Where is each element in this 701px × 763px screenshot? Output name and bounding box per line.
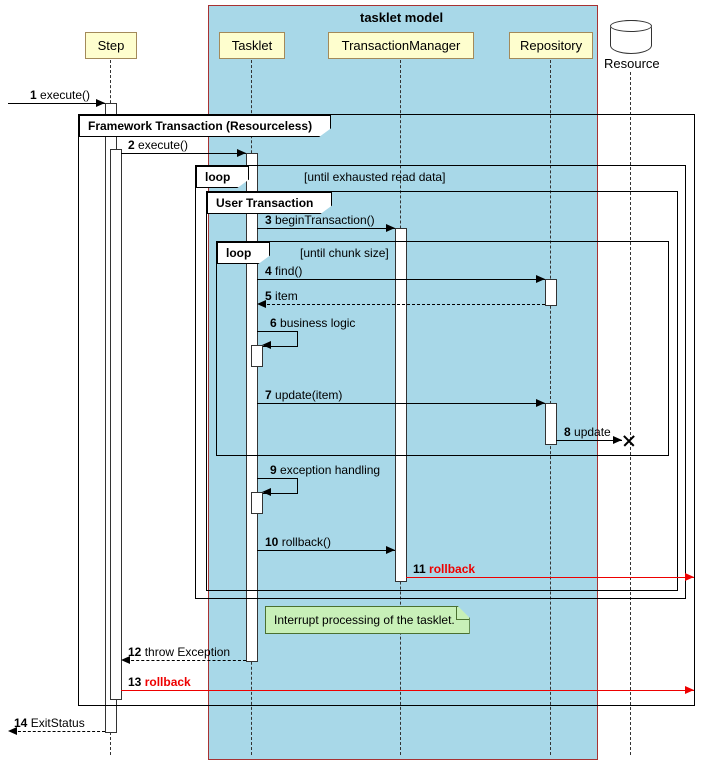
activation-self-2 bbox=[251, 492, 263, 514]
participant-tasklet: Tasklet bbox=[219, 32, 285, 59]
arrowhead-3 bbox=[386, 224, 395, 232]
arrowhead-6 bbox=[262, 341, 271, 349]
msg-2: 2 execute() bbox=[128, 138, 188, 152]
participant-resource-icon bbox=[610, 20, 652, 54]
arrowhead-8 bbox=[613, 436, 622, 444]
msg-4: 4 find() bbox=[265, 264, 302, 278]
arrow-2 bbox=[121, 153, 246, 154]
frame-loop1-label: loop bbox=[196, 166, 249, 188]
arrow-5 bbox=[262, 304, 545, 305]
activation-self-1 bbox=[251, 345, 263, 367]
participant-step: Step bbox=[85, 32, 137, 59]
msg-13: 13 rollback bbox=[128, 675, 191, 689]
activation-repo-1 bbox=[545, 279, 557, 306]
msg-1: 1 execute() bbox=[30, 88, 90, 102]
tasklet-model-label: tasklet model bbox=[360, 10, 443, 25]
frame-loop2-label: loop bbox=[217, 242, 270, 264]
arrowhead-10 bbox=[386, 546, 395, 554]
arrow-11 bbox=[406, 577, 694, 578]
arrowhead-1 bbox=[96, 99, 105, 107]
frame-loop1-cond: [until exhausted read data] bbox=[304, 170, 445, 184]
msg-11: 11 rollback bbox=[413, 562, 475, 576]
msg-3: 3 beginTransaction() bbox=[265, 213, 375, 227]
arrowhead-13 bbox=[685, 686, 694, 694]
msg-8: 8 update bbox=[564, 425, 611, 439]
arrowhead-14 bbox=[8, 727, 17, 735]
msg-12: 12 throw Exception bbox=[128, 645, 230, 659]
arrowhead-9 bbox=[262, 488, 271, 496]
arrow-14 bbox=[13, 731, 105, 732]
msg-5: 5 item bbox=[265, 289, 298, 303]
msg-14: 14 ExitStatus bbox=[14, 716, 85, 730]
arrow-12 bbox=[126, 660, 246, 661]
arrowhead-4 bbox=[536, 275, 545, 283]
frame-loop2-cond: [until chunk size] bbox=[300, 246, 389, 260]
participant-tm: TransactionManager bbox=[328, 32, 474, 59]
frame-user-label: User Transaction bbox=[207, 192, 332, 214]
arrow-7 bbox=[257, 403, 545, 404]
participant-resource: Resource bbox=[604, 56, 660, 71]
arrow-4 bbox=[257, 279, 545, 280]
arrow-3 bbox=[257, 228, 395, 229]
note-interrupt: Interrupt processing of the tasklet. bbox=[265, 606, 470, 634]
arrow-13 bbox=[121, 690, 694, 691]
arrowhead-11 bbox=[685, 573, 694, 581]
msg-6: 6 business logic bbox=[270, 316, 355, 330]
destroy-icon bbox=[622, 433, 636, 447]
arrowhead-12 bbox=[121, 656, 130, 664]
arrow-10 bbox=[257, 550, 395, 551]
arrowhead-7 bbox=[536, 399, 545, 407]
msg-9: 9 exception handling bbox=[270, 463, 380, 477]
sequence-diagram: tasklet model Step Tasklet TransactionMa… bbox=[0, 0, 701, 763]
arrowhead-2 bbox=[237, 149, 246, 157]
activation-repo-2 bbox=[545, 403, 557, 445]
frame-framework-label: Framework Transaction (Resourceless) bbox=[79, 115, 331, 137]
arrow-1 bbox=[8, 103, 105, 104]
arrowhead-5 bbox=[257, 300, 266, 308]
msg-7: 7 update(item) bbox=[265, 388, 342, 402]
msg-10: 10 rollback() bbox=[265, 535, 331, 549]
participant-repo: Repository bbox=[509, 32, 593, 59]
